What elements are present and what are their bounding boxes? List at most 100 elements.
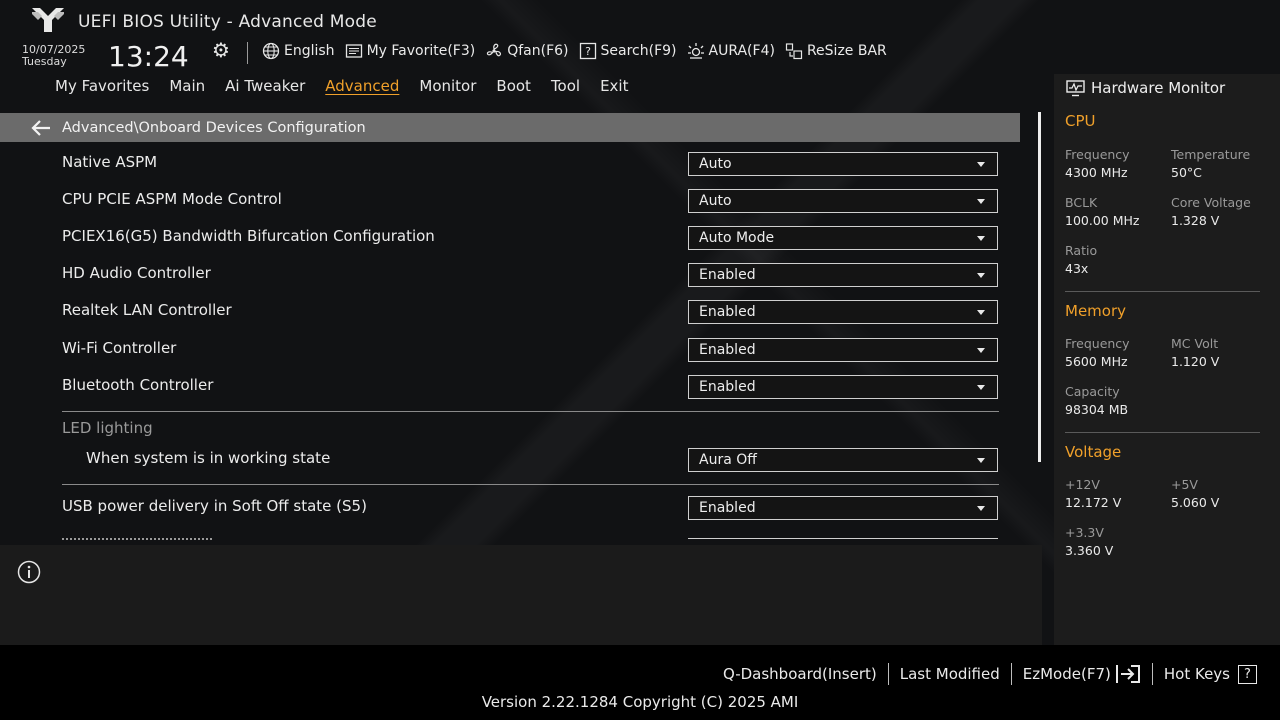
- caret-down-icon: [977, 458, 985, 463]
- tab-boot[interactable]: Boot: [496, 77, 531, 95]
- led-working-state-dropdown[interactable]: Aura Off: [688, 448, 998, 472]
- caret-down-icon: [977, 506, 985, 511]
- clock[interactable]: 13:24: [108, 40, 189, 73]
- partially-hidden-row: [62, 538, 998, 542]
- voltage-5v-label: +5V: [1171, 477, 1198, 492]
- globe-icon: [262, 42, 280, 60]
- memory-heading: Memory: [1065, 302, 1127, 320]
- cpu-core-voltage: Core Voltage 1.328 V: [1171, 194, 1251, 230]
- gear-icon[interactable]: ⚙: [212, 38, 230, 62]
- cpu-frequency: Frequency 4300 MHz: [1065, 146, 1130, 182]
- dropdown-value: Auto Mode: [699, 230, 775, 246]
- voltage-12v: +12V 12.172 V: [1065, 476, 1121, 512]
- ezmode-button[interactable]: EzMode(F7): [1010, 663, 1152, 685]
- tab-ai-tweaker[interactable]: Ai Tweaker: [225, 77, 305, 95]
- usb-power-delivery-dropdown[interactable]: Enabled: [688, 496, 998, 520]
- hot-keys-button[interactable]: Hot Keys ?: [1151, 663, 1268, 685]
- scrollbar[interactable]: [1038, 112, 1041, 462]
- cpu-heading: CPU: [1065, 112, 1096, 130]
- pciex16-bifurcation-dropdown[interactable]: Auto Mode: [688, 226, 998, 250]
- setting-row-bluetooth[interactable]: Bluetooth Controller Enabled: [62, 375, 998, 400]
- setting-row-wifi[interactable]: Wi-Fi Controller Enabled: [62, 338, 998, 363]
- aura-icon: [687, 43, 704, 59]
- settings-panel: Advanced\Onboard Devices Configuration N…: [0, 102, 1042, 542]
- memory-mc-volt-label: MC Volt: [1171, 336, 1219, 351]
- qfan-button[interactable]: Qfan(F6): [485, 42, 569, 60]
- qfan-label: Qfan(F6): [507, 43, 569, 59]
- version-text: Version 2.22.1284 Copyright (C) 2025 AMI: [481, 693, 799, 711]
- resize-bar-icon: [785, 43, 803, 60]
- q-dashboard-button[interactable]: Q-Dashboard(Insert): [712, 663, 888, 685]
- dropdown-value: Auto: [699, 156, 732, 172]
- clipped-dropdown-fragment: [688, 538, 998, 542]
- day-text: Tuesday: [22, 55, 67, 68]
- wifi-dropdown[interactable]: Enabled: [688, 338, 998, 362]
- help-question-icon: ?: [1238, 664, 1257, 684]
- search-button[interactable]: ? Search(F9): [579, 42, 677, 60]
- section-divider: [62, 411, 999, 412]
- memory-mc-volt: MC Volt 1.120 V: [1171, 335, 1219, 371]
- breadcrumb-text: Advanced\Onboard Devices Configuration: [62, 119, 366, 136]
- setting-row-cpu-pcie-aspm[interactable]: CPU PCIE ASPM Mode Control Auto: [62, 189, 998, 214]
- bluetooth-dropdown[interactable]: Enabled: [688, 375, 998, 399]
- date-display: 10/07/2025 Tuesday: [22, 44, 85, 68]
- setting-row-pciex16-bifurcation[interactable]: PCIEX16(G5) Bandwidth Bifurcation Config…: [62, 226, 998, 251]
- dropdown-value: Enabled: [699, 267, 756, 283]
- app-title: UEFI BIOS Utility - Advanced Mode: [78, 12, 377, 32]
- setting-row-led-working-state[interactable]: When system is in working state Aura Off: [62, 448, 998, 473]
- dropdown-value: Enabled: [699, 342, 756, 358]
- last-modified-label: Last Modified: [899, 665, 1000, 683]
- voltage-5v: +5V 5.060 V: [1171, 476, 1219, 512]
- cpu-temperature-value: 50°C: [1171, 165, 1202, 180]
- main-tabs: My Favorites Main Ai Tweaker Advanced Mo…: [55, 77, 628, 95]
- cpu-bclk-value: 100.00 MHz: [1065, 213, 1140, 228]
- resize-bar-button[interactable]: ReSize BAR: [785, 42, 887, 60]
- caret-down-icon: [977, 385, 985, 390]
- language-label: English: [284, 43, 335, 59]
- tab-monitor[interactable]: Monitor: [419, 77, 476, 95]
- setting-row-realtek-lan[interactable]: Realtek LAN Controller Enabled: [62, 300, 998, 325]
- hd-audio-dropdown[interactable]: Enabled: [688, 263, 998, 287]
- aura-label: AURA(F4): [708, 43, 775, 59]
- dropdown-value: Enabled: [699, 304, 756, 320]
- cpu-core-voltage-value: 1.328 V: [1171, 213, 1220, 228]
- caret-down-icon: [977, 162, 985, 167]
- tab-tool[interactable]: Tool: [551, 77, 580, 95]
- setting-row-hd-audio[interactable]: HD Audio Controller Enabled: [62, 263, 998, 288]
- aura-button[interactable]: AURA(F4): [687, 42, 775, 60]
- cpu-pcie-aspm-dropdown[interactable]: Auto: [688, 189, 998, 213]
- led-lighting-heading: LED lighting: [62, 419, 153, 437]
- setting-label: CPU PCIE ASPM Mode Control: [62, 190, 282, 208]
- setting-row-usb-power-delivery[interactable]: USB power delivery in Soft Off state (S5…: [62, 496, 998, 521]
- header-separator: [247, 42, 248, 64]
- hardware-monitor-title: Hardware Monitor: [1066, 79, 1225, 97]
- tab-advanced[interactable]: Advanced: [325, 77, 399, 95]
- memory-capacity-value: 98304 MB: [1065, 402, 1129, 417]
- cpu-frequency-value: 4300 MHz: [1065, 165, 1128, 180]
- setting-label: Bluetooth Controller: [62, 376, 214, 394]
- cpu-frequency-label: Frequency: [1065, 147, 1130, 162]
- memory-mc-volt-value: 1.120 V: [1171, 354, 1220, 369]
- memory-frequency-label: Frequency: [1065, 336, 1130, 351]
- favorite-icon: [345, 44, 362, 58]
- cpu-temperature-label: Temperature: [1171, 147, 1251, 162]
- footer-bar: Q-Dashboard(Insert) Last Modified EzMode…: [0, 645, 1280, 720]
- tab-main[interactable]: Main: [169, 77, 205, 95]
- my-favorite-button[interactable]: My Favorite(F3): [345, 42, 475, 60]
- back-arrow-icon[interactable]: [30, 119, 52, 137]
- monitor-icon: [1066, 79, 1085, 96]
- language-button[interactable]: English: [262, 42, 335, 60]
- memory-capacity-label: Capacity: [1065, 384, 1120, 399]
- tab-my-favorites[interactable]: My Favorites: [55, 77, 149, 95]
- info-icon: [17, 560, 41, 584]
- resize-bar-label: ReSize BAR: [806, 43, 887, 59]
- hw-divider: [1065, 291, 1260, 292]
- setting-row-native-aspm[interactable]: Native ASPM Auto: [62, 152, 998, 177]
- exit-arrow-icon: [1115, 665, 1140, 683]
- last-modified-button[interactable]: Last Modified: [887, 663, 1011, 685]
- setting-label: Realtek LAN Controller: [62, 301, 232, 319]
- realtek-lan-dropdown[interactable]: Enabled: [688, 300, 998, 324]
- native-aspm-dropdown[interactable]: Auto: [688, 152, 998, 176]
- tab-exit[interactable]: Exit: [600, 77, 628, 95]
- caret-down-icon: [977, 236, 985, 241]
